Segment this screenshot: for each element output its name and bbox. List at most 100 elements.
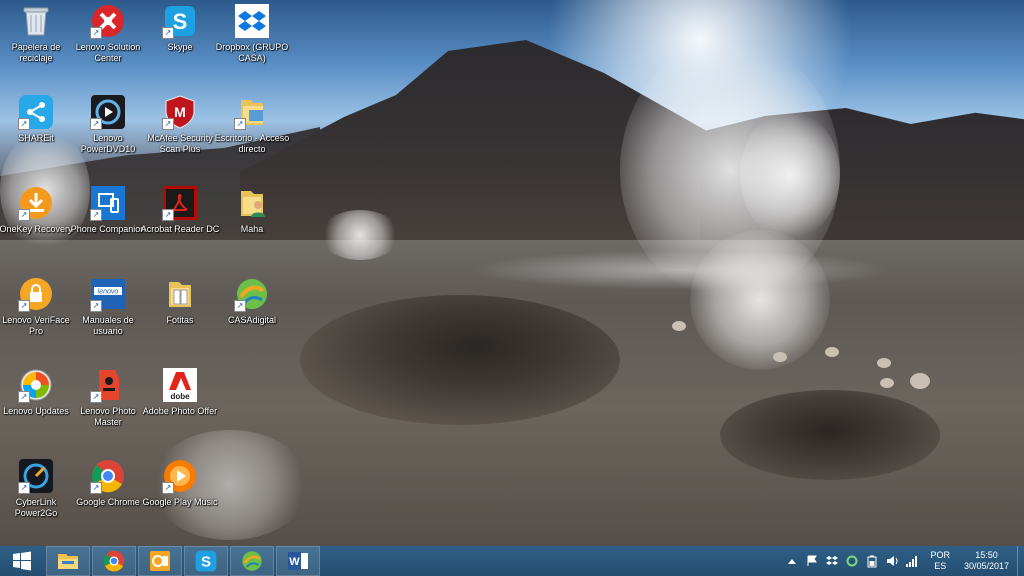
rock	[672, 321, 686, 331]
steam-plume	[740, 110, 840, 240]
clock-time: 15:50	[975, 550, 998, 560]
desktop-icon-label: Lenovo Solution Center	[75, 42, 141, 63]
shortcut-arrow-icon: ↗	[90, 118, 102, 130]
desktop-icon-acrobat[interactable]: ↗ Acrobat Reader DC	[141, 182, 219, 268]
sync-icon[interactable]	[845, 554, 859, 568]
language-line1: POR	[930, 550, 950, 560]
taskbar: S W POR ES 15:50 30/05/2017	[0, 546, 1024, 576]
svg-text:S: S	[173, 9, 188, 34]
skype-icon: S ↗	[162, 4, 197, 39]
clock-date: 30/05/2017	[963, 561, 1009, 571]
desktop-icon-lenovo-solution-center[interactable]: ↗ Lenovo Solution Center	[72, 0, 144, 86]
shortcut-arrow-icon: ↗	[234, 300, 246, 312]
taskbar-skype[interactable]: S	[184, 546, 228, 576]
start-button[interactable]	[0, 546, 44, 576]
onekey-recovery-icon: ↗	[18, 186, 53, 221]
svg-text:lenovo: lenovo	[98, 289, 119, 296]
desktop-icon-powerdvd[interactable]: ↗ Lenovo PowerDVD10	[72, 91, 144, 177]
shortcut-arrow-icon: ↗	[18, 300, 30, 312]
network-signal-icon[interactable]	[905, 554, 919, 568]
desktop-icon-veriface[interactable]: ↗ Lenovo VeriFace Pro	[0, 273, 72, 359]
desktop-icon-skype[interactable]: S ↗ Skype	[144, 0, 216, 86]
chrome-icon: ↗	[90, 459, 125, 494]
dropbox-tray-icon[interactable]	[825, 554, 839, 568]
desktop-icon-label: Lenovo Updates	[3, 406, 69, 416]
desktop-icon-casadigital[interactable]: ↗ CASAdigital	[216, 273, 288, 359]
desktop-icon-maha[interactable]: Maha	[216, 182, 288, 268]
rock	[877, 358, 891, 368]
clock[interactable]: 15:50 30/05/2017	[964, 550, 1009, 572]
desktop-icon-label: Google Play Music	[142, 497, 218, 507]
acrobat-icon: ↗	[162, 186, 197, 221]
taskbar-casadigital[interactable]	[230, 546, 274, 576]
desktop-icon-recycle-bin[interactable]: Papelera de reciclaje	[0, 0, 72, 86]
phone-companion-icon: ↗	[90, 186, 125, 221]
desktop-icon-fotitas[interactable]: Fotitas	[144, 273, 216, 359]
desktop-icon-adobe-photo-offer[interactable]: dobe Adobe Photo Offer	[143, 364, 217, 450]
desktop-icon-photo-master[interactable]: ↗ Lenovo Photo Master	[72, 364, 144, 450]
shareit-icon: ↗	[18, 95, 53, 130]
desktop-icon-shareit[interactable]: ↗ SHAREit	[0, 91, 72, 177]
svg-text:dobe: dobe	[170, 392, 190, 401]
recycle-bin-icon	[19, 4, 53, 38]
taskbar-chrome[interactable]	[92, 546, 136, 576]
windows-logo-icon	[13, 551, 31, 571]
show-desktop-button[interactable]	[1017, 546, 1024, 576]
adobe-icon: dobe	[163, 368, 197, 402]
desktop-icon-label: Maha	[240, 224, 264, 234]
rock	[910, 373, 930, 389]
desktop-icon-manuales[interactable]: lenovo ↗ Manuales de usuario	[72, 273, 144, 359]
show-hidden-icons-chevron-icon[interactable]	[785, 554, 799, 568]
rock	[825, 347, 839, 357]
desktop-icon-power2go[interactable]: ↗ CyberLink Power2Go	[0, 455, 72, 541]
desktop-icon-escritorio[interactable]: ↗ Escritorio - Acceso directo	[215, 91, 289, 177]
desktop-icon-phone-companion[interactable]: ↗ Phone Companion	[71, 182, 145, 268]
desktop-icon-label: OneKey Recovery	[0, 224, 73, 234]
steam-plume	[320, 210, 400, 260]
steam-plume	[690, 230, 830, 370]
input-language-indicator[interactable]: POR ES	[930, 550, 950, 572]
desktop-icon-label: Acrobat Reader DC	[140, 224, 220, 234]
shortcut-arrow-icon: ↗	[162, 118, 174, 130]
dropbox-icon	[235, 4, 269, 38]
desktop-icon-label: Lenovo VeriFace Pro	[2, 315, 70, 336]
desktop-icon-google-play-music[interactable]: ↗ Google Play Music	[142, 455, 218, 541]
shortcut-arrow-icon: ↗	[90, 300, 102, 312]
chrome-icon	[103, 550, 125, 572]
shortcut-arrow-icon: ↗	[162, 482, 174, 494]
shortcut-arrow-icon: ↗	[162, 27, 174, 39]
shortcut-arrow-icon: ↗	[90, 482, 102, 494]
desktop-icon-label: Fotitas	[166, 315, 194, 325]
desktop-icon-label: Escritorio - Acceso directo	[214, 133, 290, 154]
battery-icon[interactable]	[865, 554, 879, 568]
play-music-icon: ↗	[162, 459, 197, 494]
desktop-icon-google-chrome[interactable]: ↗ Google Chrome	[72, 455, 144, 541]
outlook-icon	[150, 551, 170, 571]
desktop-icon-label: CASAdigital	[227, 315, 277, 325]
folder-icon: ↗	[234, 95, 269, 130]
svg-text:W: W	[289, 556, 300, 568]
taskbar-file-explorer[interactable]	[46, 546, 90, 576]
desktop-icon-label: CyberLink Power2Go	[14, 497, 58, 518]
shortcut-arrow-icon: ↗	[234, 118, 246, 130]
user-folder-icon	[235, 186, 269, 220]
desktop-icon-onekey-recovery[interactable]: ↗ OneKey Recovery	[0, 182, 73, 268]
desktop-icon-mcafee[interactable]: M ↗ McAfee Security Scan Plus	[144, 91, 216, 177]
lenovo-solution-center-icon: ↗	[90, 4, 125, 39]
crater-small	[720, 390, 940, 480]
shortcut-arrow-icon: ↗	[90, 391, 102, 403]
desktop-icon-label: Papelera de reciclaje	[11, 42, 61, 63]
taskbar-word[interactable]: W	[276, 546, 320, 576]
photo-master-icon: ↗	[90, 368, 125, 403]
volume-icon[interactable]	[885, 554, 899, 568]
crater-large	[300, 295, 620, 425]
rock	[880, 378, 894, 388]
lenovo-updates-icon: ↗	[18, 368, 53, 403]
mcafee-icon: M ↗	[162, 95, 197, 130]
casadigital-icon	[242, 551, 262, 571]
action-center-flag-icon[interactable]	[805, 554, 819, 568]
manual-icon: lenovo ↗	[90, 277, 125, 312]
desktop-icon-dropbox[interactable]: Dropbox (GRUPO CASA)	[216, 0, 288, 86]
desktop-icon-lenovo-updates[interactable]: ↗ Lenovo Updates	[0, 364, 72, 450]
taskbar-outlook[interactable]	[138, 546, 182, 576]
